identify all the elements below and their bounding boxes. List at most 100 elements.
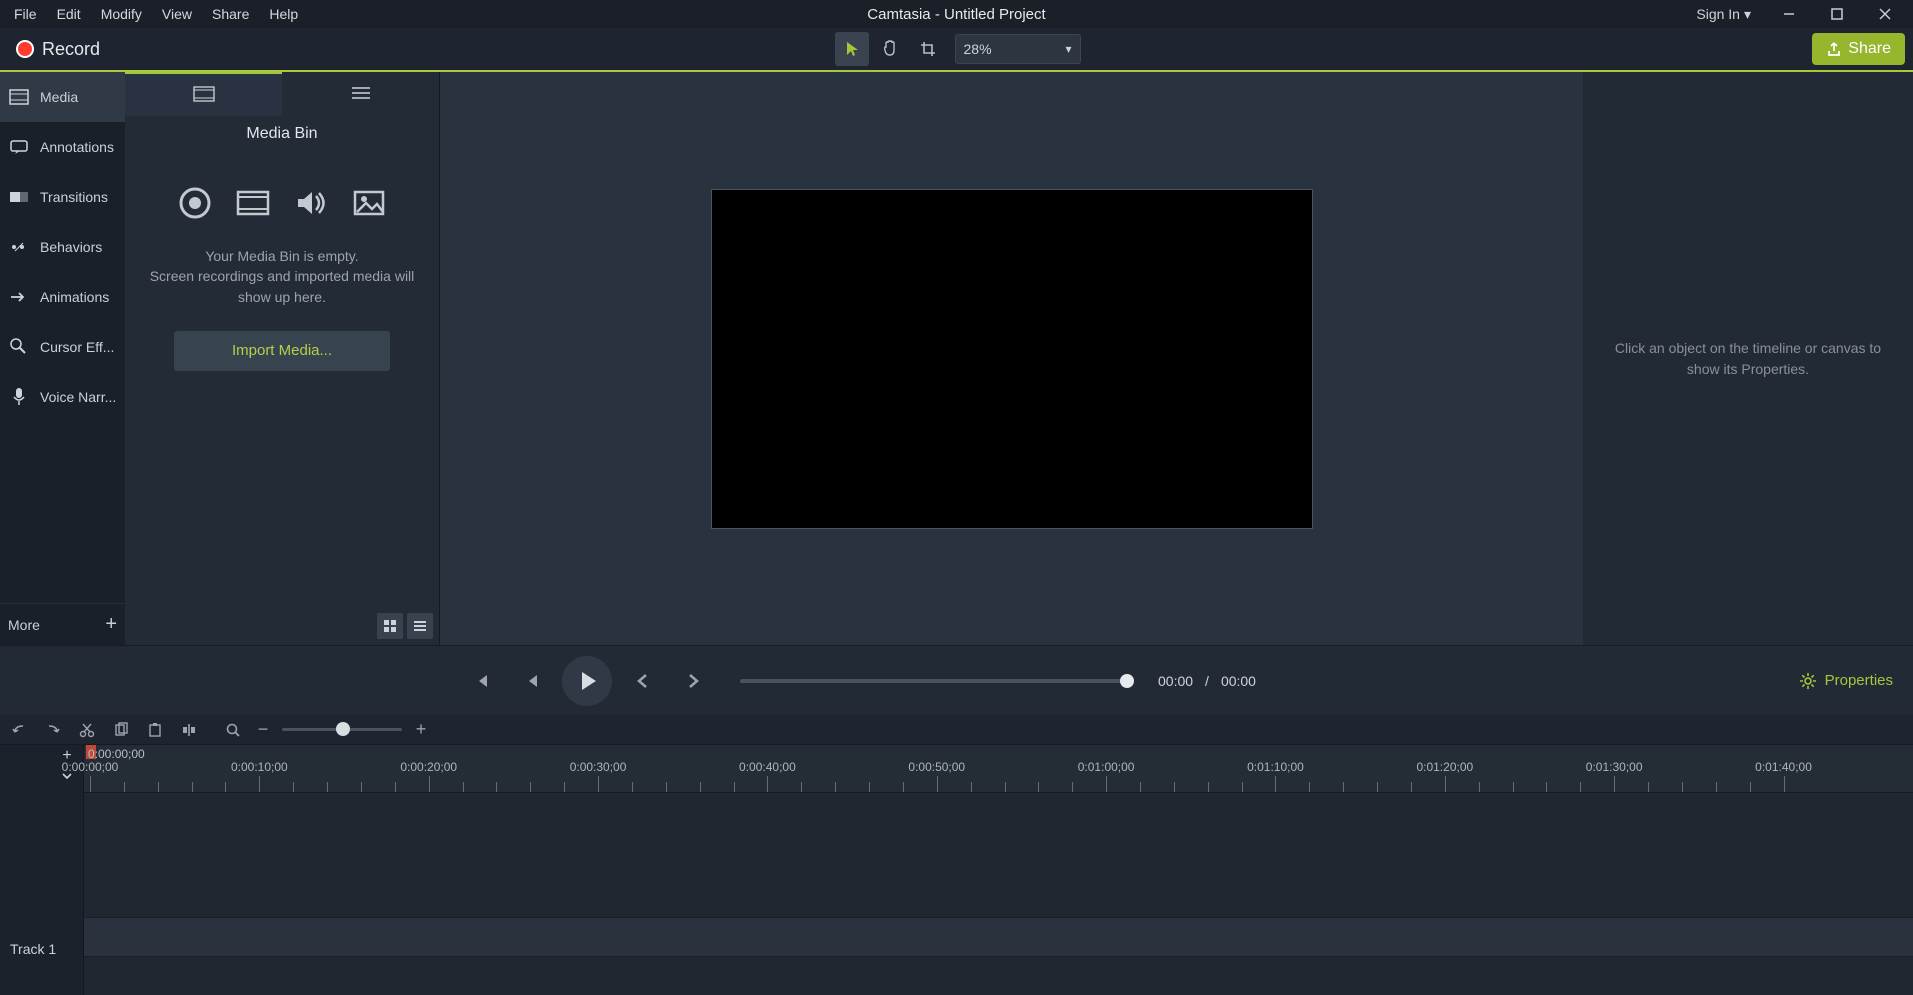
prev-frame-button[interactable] — [462, 662, 500, 700]
behaviors-icon — [8, 236, 30, 258]
share-button[interactable]: Share — [1812, 33, 1905, 65]
crop-icon — [919, 40, 937, 58]
ruler-label: 0:01:40;00 — [1755, 760, 1812, 774]
paste-button[interactable] — [144, 719, 166, 741]
sidebar-item-transitions[interactable]: Transitions — [0, 172, 125, 222]
plus-icon: + — [105, 613, 117, 636]
microphone-icon — [8, 386, 30, 408]
menu-share[interactable]: Share — [202, 2, 259, 26]
ruler-label: 0:01:10;00 — [1247, 760, 1304, 774]
ruler-label: 0:00:40;00 — [739, 760, 796, 774]
track-1-lane[interactable] — [84, 917, 1913, 957]
close-button[interactable] — [1865, 0, 1905, 28]
transitions-icon — [8, 186, 30, 208]
import-media-button[interactable]: Import Media... — [174, 331, 390, 371]
copy-button[interactable] — [110, 719, 132, 741]
signin-dropdown[interactable]: Sign In ▾ — [1686, 2, 1761, 27]
sidebar-more-button[interactable]: More + — [0, 603, 125, 645]
menu-file[interactable]: File — [4, 2, 47, 26]
list-small-icon — [413, 619, 427, 633]
properties-toggle-button[interactable]: Properties — [1799, 672, 1893, 690]
list-icon — [351, 86, 371, 100]
ruler-label: 0:00:10;00 — [231, 760, 288, 774]
panel-title: Media Bin — [125, 116, 439, 152]
sidebar-item-media[interactable]: Media — [0, 72, 125, 122]
canvas-zoom-value: 28% — [964, 41, 992, 57]
record-label: Record — [42, 39, 100, 60]
media-panel: Media Bin Your Media Bin is empty. Scree… — [125, 72, 440, 645]
chevron-down-icon: ▾ — [1744, 6, 1751, 23]
maximize-button[interactable] — [1817, 0, 1857, 28]
sidebar-item-animations[interactable]: Animations — [0, 272, 125, 322]
step-back-button[interactable] — [624, 662, 662, 700]
properties-panel: Click an object on the timeline or canva… — [1583, 72, 1913, 645]
canvas-area[interactable] — [440, 72, 1583, 645]
redo-button[interactable] — [42, 719, 64, 741]
view-list-button[interactable] — [407, 613, 433, 639]
sidebar-item-voice-narration[interactable]: Voice Narr... — [0, 372, 125, 422]
split-button[interactable] — [178, 719, 200, 741]
timeline-zoom-out-button[interactable]: − — [252, 719, 274, 741]
playback-seek-slider[interactable] — [740, 679, 1130, 683]
playhead-time: 0:00:00;00 — [88, 747, 145, 761]
playback-current-time: 00:00 — [1158, 673, 1193, 689]
undo-button[interactable] — [8, 719, 30, 741]
panel-tab-list[interactable] — [282, 72, 439, 116]
menu-view[interactable]: View — [152, 2, 202, 26]
menu-modify[interactable]: Modify — [91, 2, 152, 26]
sidebar-item-label: Media — [40, 89, 78, 105]
canvas-frame[interactable] — [711, 189, 1313, 529]
crop-tool-button[interactable] — [911, 32, 945, 66]
playback-time-separator: / — [1205, 673, 1209, 689]
sidebar-item-annotations[interactable]: Annotations — [0, 122, 125, 172]
sidebar-item-cursor-effects[interactable]: Cursor Eff... — [0, 322, 125, 372]
app-title: Camtasia - Untitled Project — [867, 6, 1045, 23]
next-frame-button[interactable] — [512, 662, 550, 700]
menu-bar: File Edit Modify View Share Help Camtasi… — [0, 0, 1913, 28]
track-1-label[interactable]: Track 1 — [10, 941, 56, 957]
ruler-label: 0:00:00;00 — [62, 760, 119, 774]
timeline: − + + Track 1 0:00:00;00 0:00:00;00 0:00:… — [0, 715, 1913, 995]
record-empty-icon — [178, 186, 212, 220]
record-button[interactable]: Record — [4, 33, 112, 66]
canvas-zoom-select[interactable]: 28% — [955, 34, 1081, 64]
timeline-ruler[interactable]: 0:00:00;00 0:00:00;000:00:10;000:00:20;0… — [84, 745, 1913, 793]
timeline-tools: − + — [0, 715, 1913, 745]
ruler-label: 0:00:50;00 — [908, 760, 965, 774]
minimize-button[interactable] — [1769, 0, 1809, 28]
signin-label: Sign In — [1696, 6, 1740, 22]
image-empty-icon — [352, 186, 386, 220]
share-icon — [1826, 41, 1842, 57]
ruler-label: 0:01:00;00 — [1078, 760, 1135, 774]
timeline-zoom-slider[interactable] — [282, 728, 402, 731]
grid-icon — [383, 619, 397, 633]
timeline-zoom-in-button[interactable]: + — [410, 719, 432, 741]
timeline-zoom-thumb[interactable] — [336, 722, 350, 736]
filmstrip-icon — [193, 86, 215, 102]
pan-tool-button[interactable] — [873, 32, 907, 66]
panel-tab-thumbnails[interactable] — [125, 72, 282, 116]
seek-thumb[interactable] — [1120, 674, 1134, 688]
menu-edit[interactable]: Edit — [47, 2, 91, 26]
panel-empty-message: Your Media Bin is empty. Screen recordin… — [125, 246, 439, 307]
cut-button[interactable] — [76, 719, 98, 741]
view-grid-button[interactable] — [377, 613, 403, 639]
playback-bar: 00:00 / 00:00 Properties — [0, 645, 1913, 715]
select-tool-button[interactable] — [835, 32, 869, 66]
timeline-search-button[interactable] — [222, 719, 244, 741]
play-button[interactable] — [562, 656, 612, 706]
ruler-label: 0:01:30;00 — [1586, 760, 1643, 774]
timeline-tracks-area[interactable]: 0:00:00;00 0:00:00;000:00:10;000:00:20;0… — [84, 745, 1913, 995]
menu-help[interactable]: Help — [259, 2, 308, 26]
sidebar: Media Annotations Transitions Behaviors … — [0, 72, 125, 645]
sidebar-item-label: Annotations — [40, 139, 114, 155]
ruler-label: 0:00:20;00 — [400, 760, 457, 774]
step-forward-button[interactable] — [674, 662, 712, 700]
cursor-icon — [8, 336, 30, 358]
sidebar-item-behaviors[interactable]: Behaviors — [0, 222, 125, 272]
media-icon — [8, 86, 30, 108]
sidebar-item-label: Cursor Eff... — [40, 339, 114, 355]
properties-toggle-label: Properties — [1825, 672, 1893, 689]
sidebar-item-label: Behaviors — [40, 239, 102, 255]
sidebar-item-label: Animations — [40, 289, 109, 305]
